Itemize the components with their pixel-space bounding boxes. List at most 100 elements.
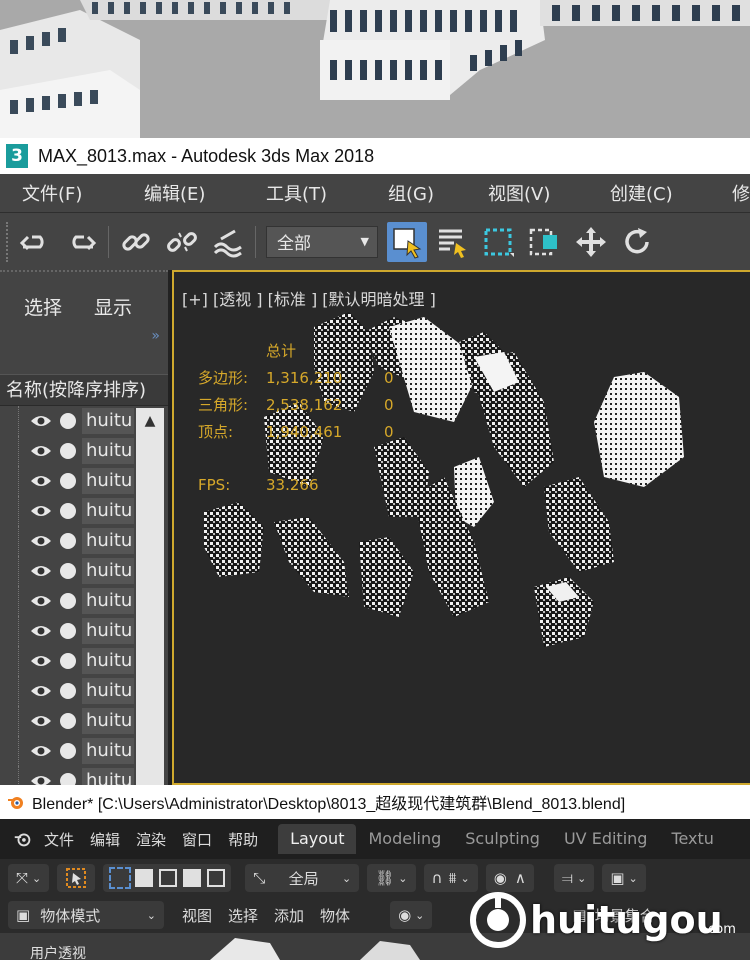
freeze-toggle-icon[interactable] (60, 563, 76, 579)
tab-select[interactable]: 选择 (24, 293, 62, 320)
object-name[interactable]: huitu (82, 738, 134, 764)
snap-toggle-button[interactable]: ∩ ⩩ ⌄ (423, 864, 478, 892)
bind-space-warp-icon[interactable] (208, 222, 248, 262)
object-name[interactable]: huitu (82, 768, 134, 785)
select-intersect-icon[interactable] (207, 869, 226, 887)
menu-file[interactable]: 文件(F) (0, 180, 122, 206)
eye-icon[interactable] (30, 654, 54, 668)
object-name[interactable]: huitu (82, 648, 134, 674)
menu-views[interactable]: 视图(V) (466, 180, 588, 206)
freeze-toggle-icon[interactable] (60, 743, 76, 759)
object-name[interactable]: huitu (82, 618, 134, 644)
bl-menu-help[interactable]: 帮助 (228, 829, 258, 850)
expand-chevron-icon[interactable]: » (151, 328, 160, 344)
select-subtract-icon[interactable] (159, 869, 178, 887)
freeze-toggle-icon[interactable] (60, 503, 76, 519)
menu-create[interactable]: 创建(C) (588, 180, 710, 206)
redo-icon[interactable] (61, 222, 101, 262)
object-name[interactable]: huitu (82, 438, 134, 464)
freeze-toggle-icon[interactable] (60, 653, 76, 669)
select-invert-icon[interactable] (183, 869, 202, 887)
object-name[interactable]: huitu (82, 528, 134, 554)
object-name[interactable]: huitu (82, 588, 134, 614)
pivot-point-dropdown[interactable]: ⛓ ⌄ (367, 864, 416, 892)
proportional-edit-button[interactable]: ◉ ∧ (485, 864, 534, 892)
object-list-scrollbar[interactable]: ▲ (136, 408, 164, 785)
freeze-toggle-icon[interactable] (60, 683, 76, 699)
bl-menu-edit[interactable]: 编辑 (90, 829, 120, 850)
select-tool-button[interactable] (57, 864, 96, 892)
eye-icon[interactable] (30, 414, 54, 428)
rotate-icon[interactable] (617, 222, 657, 262)
blender-menu-icon[interactable] (12, 828, 34, 850)
menu-modifiers[interactable]: 修 (710, 180, 750, 206)
object-name[interactable]: huitu (82, 558, 134, 584)
freeze-toggle-icon[interactable] (60, 713, 76, 729)
freeze-toggle-icon[interactable] (60, 773, 76, 785)
toolbar-grip[interactable] (6, 221, 12, 262)
transform-orientation-dropdown[interactable]: ⤡ 全局 ⌄ (245, 864, 360, 892)
object-menu[interactable]: 物体 (320, 905, 350, 926)
object-name[interactable]: huitu (82, 678, 134, 704)
freeze-toggle-icon[interactable] (60, 533, 76, 549)
freeze-toggle-icon[interactable] (60, 623, 76, 639)
blender-3d-viewport[interactable]: 用户透视 (0, 933, 750, 960)
scene-collection-button[interactable]: ▤ 场景集合 (564, 901, 662, 929)
selection-filter-dropdown[interactable]: 全部 ▼ (266, 225, 378, 258)
tab-display[interactable]: 显示 (94, 293, 132, 320)
eye-icon[interactable] (30, 684, 54, 698)
object-name[interactable]: huitu (82, 498, 134, 524)
freeze-toggle-icon[interactable] (60, 593, 76, 609)
eye-icon[interactable] (30, 504, 54, 518)
undo-icon[interactable] (15, 222, 55, 262)
viewport-options-button[interactable]: ⫤ ⌄ (553, 864, 595, 892)
workspace-tab-sculpting[interactable]: Sculpting (453, 824, 552, 854)
view-menu[interactable]: 视图 (182, 905, 212, 926)
workspace-tab-texture[interactable]: Textu (659, 824, 726, 854)
move-icon[interactable] (571, 222, 611, 262)
bl-menu-window[interactable]: 窗口 (182, 829, 212, 850)
visibility-dropdown[interactable]: ◉ ⌄ (390, 901, 433, 929)
menu-tools[interactable]: 工具(T) (244, 180, 366, 206)
freeze-toggle-icon[interactable] (60, 473, 76, 489)
eye-icon[interactable] (30, 474, 54, 488)
eye-icon[interactable] (30, 774, 54, 785)
unlink-icon[interactable] (162, 222, 202, 262)
transform-pivot-button[interactable]: ⤧ ⌄ (8, 864, 50, 892)
perspective-viewport[interactable]: [+] [透视 ] [标准 ] [默认明暗处理 ] 总计 多边形: 1,316,… (172, 270, 750, 785)
bl-menu-file[interactable]: 文件 (44, 829, 74, 850)
object-mode-dropdown[interactable]: ▣ 物体模式 ⌄ (8, 901, 164, 929)
object-name[interactable]: huitu (82, 408, 134, 434)
eye-icon[interactable] (30, 594, 54, 608)
sort-by-name-header[interactable]: 名称(按降序排序) (0, 374, 168, 406)
select-new-icon[interactable] (109, 867, 132, 889)
rect-selection-icon[interactable] (479, 222, 519, 262)
editor-type-button[interactable]: ▣ ⌄ (602, 864, 646, 892)
select-menu[interactable]: 选择 (228, 905, 258, 926)
link-icon[interactable] (116, 222, 156, 262)
eye-icon[interactable] (30, 744, 54, 758)
eye-icon[interactable] (30, 624, 54, 638)
bl-menu-render[interactable]: 渲染 (136, 829, 166, 850)
eye-icon[interactable] (30, 444, 54, 458)
select-by-name-icon[interactable] (433, 222, 473, 262)
workspace-tab-layout[interactable]: Layout (278, 824, 357, 854)
select-extend-icon[interactable] (135, 869, 154, 887)
scroll-up-icon[interactable]: ▲ (136, 408, 164, 434)
workspace-tab-uv-editing[interactable]: UV Editing (552, 824, 659, 854)
object-name[interactable]: huitu (82, 468, 134, 494)
add-menu[interactable]: 添加 (274, 905, 304, 926)
menu-group[interactable]: 组(G) (366, 180, 466, 206)
selection-mode-buttons[interactable] (103, 864, 232, 892)
window-crossing-icon[interactable] (525, 222, 565, 262)
select-object-icon[interactable] (387, 221, 427, 262)
eye-icon[interactable] (30, 714, 54, 728)
eye-icon[interactable] (30, 534, 54, 548)
menu-edit[interactable]: 编辑(E) (122, 180, 244, 206)
freeze-toggle-icon[interactable] (60, 413, 76, 429)
eye-icon[interactable] (30, 564, 54, 578)
object-name[interactable]: huitu (82, 708, 134, 734)
workspace-tab-modeling[interactable]: Modeling (356, 824, 453, 854)
freeze-toggle-icon[interactable] (60, 443, 76, 459)
viewport-label[interactable]: [+] [透视 ] [标准 ] [默认明暗处理 ] (182, 286, 436, 310)
